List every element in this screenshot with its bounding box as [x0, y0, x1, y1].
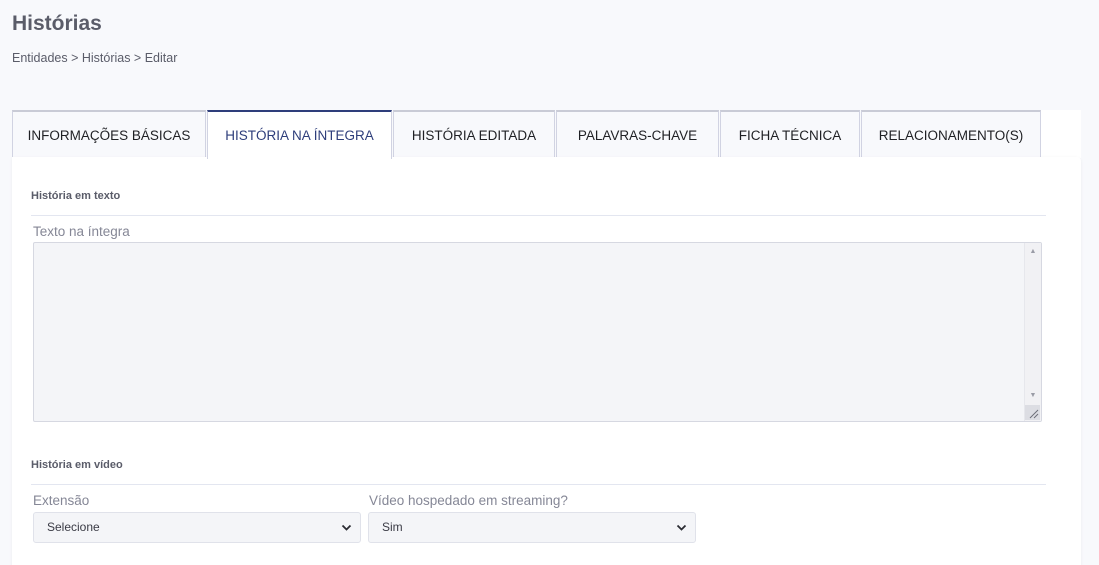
- streaming-label: Vídeo hospedado em streaming?: [369, 493, 568, 508]
- section-title-video: História em vídeo: [31, 459, 123, 471]
- scroll-up-arrow-icon[interactable]: ▲: [1025, 245, 1041, 259]
- breadcrumb: Entidades > Histórias > Editar: [12, 51, 178, 65]
- extensao-label: Extensão: [33, 493, 90, 508]
- tab-historia-na-integra[interactable]: HISTÓRIA NA ÍNTEGRA: [207, 110, 392, 159]
- streaming-select[interactable]: Sim: [368, 512, 696, 543]
- divider: [31, 215, 1046, 216]
- textarea-scrollbar[interactable]: ▲ ▼: [1024, 243, 1041, 421]
- tab-bar: INFORMAÇÕES BÁSICAS HISTÓRIA NA ÍNTEGRA …: [12, 110, 1042, 159]
- chevron-down-icon: [341, 524, 352, 531]
- tab-palavras-chave[interactable]: PALAVRAS-CHAVE: [556, 110, 719, 158]
- tab-informacoes-basicas[interactable]: INFORMAÇÕES BÁSICAS: [12, 110, 206, 158]
- chevron-down-icon: [676, 524, 687, 531]
- tab-label: HISTÓRIA NA ÍNTEGRA: [225, 128, 374, 143]
- resize-grip-icon[interactable]: [1025, 405, 1040, 420]
- texto-integra-label: Texto na íntegra: [33, 224, 130, 239]
- extensao-select[interactable]: Selecione: [33, 512, 361, 543]
- tab-ficha-tecnica[interactable]: FICHA TÉCNICA: [720, 110, 860, 158]
- tab-label: INFORMAÇÕES BÁSICAS: [27, 127, 191, 143]
- divider: [31, 484, 1046, 485]
- page-title: Histórias: [12, 12, 102, 35]
- tab-label: FICHA TÉCNICA: [738, 127, 842, 143]
- texto-integra-textarea[interactable]: ▲ ▼: [33, 242, 1042, 422]
- tab-label: PALAVRAS-CHAVE: [577, 127, 698, 143]
- extensao-select-value: Selecione: [47, 520, 100, 534]
- tab-label: RELACIONAMENTO(S): [878, 127, 1024, 143]
- tab-strip-background: [1040, 110, 1081, 158]
- scroll-down-arrow-icon[interactable]: ▼: [1025, 389, 1041, 403]
- tab-relacionamentos[interactable]: RELACIONAMENTO(S): [861, 110, 1041, 158]
- streaming-select-value: Sim: [382, 520, 403, 534]
- tab-historia-editada[interactable]: HISTÓRIA EDITADA: [393, 110, 555, 158]
- tab-content-card: História em texto Texto na íntegra ▲ ▼ H…: [12, 157, 1081, 565]
- tab-label: HISTÓRIA EDITADA: [411, 127, 537, 143]
- section-title-text: História em texto: [31, 190, 121, 202]
